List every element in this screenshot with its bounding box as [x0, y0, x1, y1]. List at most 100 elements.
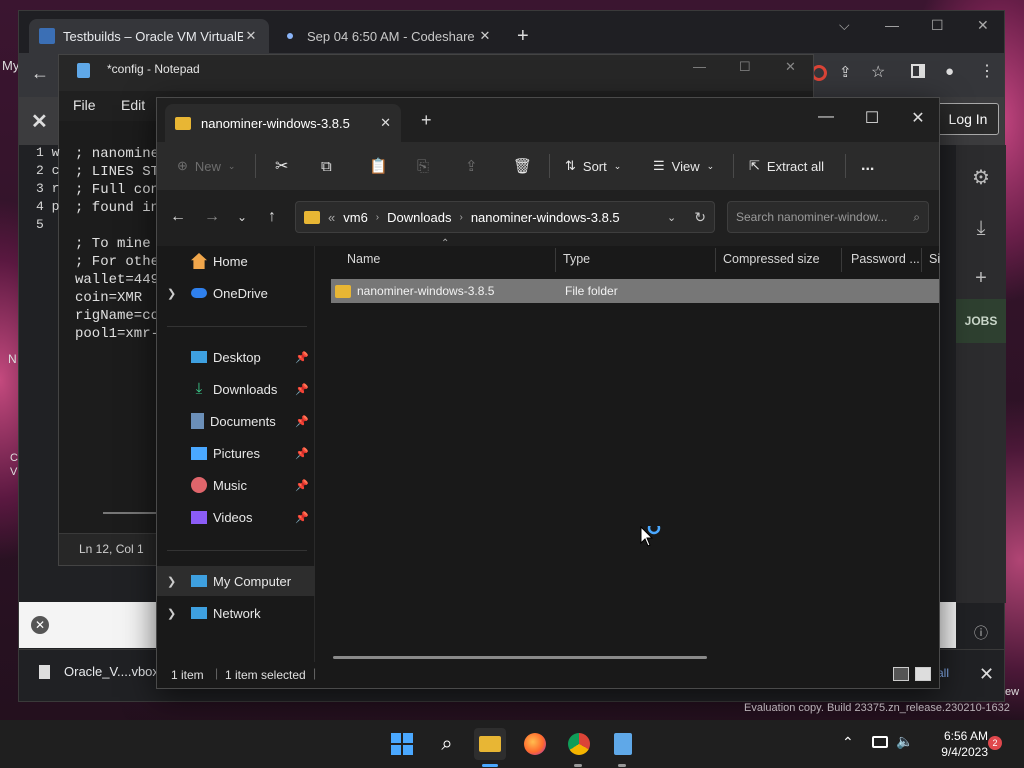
copy-icon[interactable]: ⧉ [321, 142, 332, 190]
network-status-icon[interactable] [872, 736, 888, 748]
refresh-icon[interactable]: ↻ [694, 209, 706, 226]
login-button[interactable]: Log In [937, 103, 999, 135]
column-name[interactable]: Name [347, 252, 380, 266]
maximize-button[interactable]: ☐ [931, 17, 944, 34]
back-arrow-icon[interactable]: ← [31, 63, 49, 84]
taskbar-chrome[interactable] [563, 728, 595, 760]
pin-icon[interactable]: 📌 [295, 479, 309, 492]
table-row[interactable]: nanominer-windows-3.8.5 File folder [331, 279, 939, 303]
minimize-button[interactable]: — [693, 59, 706, 74]
chevron-up-icon[interactable]: ⌃ [842, 734, 854, 751]
share-icon[interactable]: ⇪ [839, 63, 852, 81]
close-icon[interactable]: ✕ [31, 616, 49, 634]
details-view-icon[interactable] [893, 667, 909, 681]
nav-onedrive[interactable]: ❯ OneDrive [157, 278, 315, 308]
breadcrumb-downloads[interactable]: Downloads [387, 210, 451, 225]
close-button[interactable]: ✕ [903, 108, 933, 128]
pin-icon[interactable]: 📌 [295, 447, 309, 460]
breadcrumb-overflow[interactable]: « [328, 210, 335, 225]
menu-file[interactable]: File [73, 97, 96, 113]
download-item[interactable]: Oracle_V....vbox [39, 664, 159, 679]
more-vert-icon[interactable]: ⋮ [979, 61, 995, 81]
close-icon[interactable]: ✕ [243, 28, 259, 44]
dot-icon [287, 33, 293, 39]
info-icon[interactable]: ⓘ [956, 623, 1006, 643]
plus-icon[interactable]: + [956, 267, 1006, 290]
rename-icon[interactable]: ⎘ [417, 142, 429, 190]
more-button[interactable]: ... [861, 142, 874, 190]
sidepanel-icon[interactable] [911, 64, 925, 78]
close-icon[interactable]: ✕ [477, 28, 493, 44]
new-button[interactable]: ⊕ New ⌄ [177, 142, 235, 190]
volume-icon[interactable]: 🔈 [896, 733, 913, 750]
view-button[interactable]: ☰ View ⌄ [653, 142, 714, 190]
breadcrumb-vm6[interactable]: vm6 [343, 210, 368, 225]
new-tab-button[interactable]: + [517, 25, 529, 48]
star-icon[interactable]: ☆ [871, 62, 885, 82]
minimize-button[interactable]: — [811, 108, 841, 126]
close-button[interactable]: ✕ [977, 17, 989, 34]
clock[interactable]: 6:56 AM 9/4/2023 [938, 728, 988, 760]
search-icon[interactable]: ⌕ [431, 728, 463, 760]
nav-documents[interactable]: Documents 📌 [157, 406, 315, 436]
address-bar[interactable]: « vm6 › Downloads › nanominer-windows-3.… [295, 201, 715, 233]
taskbar-file-explorer[interactable] [474, 728, 506, 760]
nav-my-computer[interactable]: ❯ My Computer [157, 566, 315, 596]
nav-desktop[interactable]: Desktop 📌 [157, 342, 315, 372]
delete-icon[interactable]: 🗑 [513, 142, 532, 190]
maximize-button[interactable]: ☐ [857, 108, 887, 128]
pin-icon[interactable]: 📌 [295, 351, 309, 364]
column-compressed-size[interactable]: Compressed size [723, 252, 820, 266]
start-button[interactable] [386, 728, 418, 760]
close-button[interactable]: ✕ [785, 59, 796, 75]
close-icon[interactable]: ✕ [380, 115, 391, 131]
column-divider[interactable] [555, 248, 556, 272]
taskbar-firefox[interactable] [519, 728, 551, 760]
address-row: ← → ⌄ ↑ « vm6 › Downloads › nanominer-wi… [157, 190, 939, 246]
taskbar-notepad[interactable] [607, 728, 639, 760]
column-divider[interactable] [715, 248, 716, 272]
up-arrow-icon[interactable]: ↑ [261, 208, 283, 226]
forward-arrow-icon[interactable]: → [201, 208, 223, 226]
tiles-view-icon[interactable] [915, 667, 931, 681]
recent-chevron-icon[interactable]: ⌄ [231, 210, 253, 224]
cut-icon[interactable]: ✂ [275, 142, 288, 190]
column-divider[interactable] [841, 248, 842, 272]
column-divider[interactable] [921, 248, 922, 272]
minimize-button[interactable]: — [885, 17, 899, 33]
extract-all-button[interactable]: ⇱ Extract all [749, 142, 824, 190]
maximize-button[interactable]: ☐ [739, 59, 751, 75]
column-size[interactable]: Si [929, 252, 940, 266]
close-icon[interactable]: ✕ [979, 664, 994, 685]
notification-badge[interactable]: 2 [988, 736, 1002, 750]
pin-icon[interactable]: 📌 [295, 383, 309, 396]
explorer-tab[interactable]: nanominer-windows-3.8.5 ✕ [165, 104, 401, 142]
pin-icon[interactable]: 📌 [295, 511, 309, 524]
share-icon[interactable]: ⇪ [465, 142, 478, 190]
nav-network[interactable]: ❯ Network [157, 598, 315, 628]
nav-downloads[interactable]: ⤓ Downloads 📌 [157, 374, 315, 404]
nav-music[interactable]: Music 📌 [157, 470, 315, 500]
column-type[interactable]: Type [563, 252, 590, 266]
gear-icon[interactable]: ⚙ [956, 165, 1006, 190]
chevron-down-icon[interactable]: ⌄ [667, 211, 676, 224]
nav-home[interactable]: Home [157, 246, 315, 276]
h-scrollbar[interactable] [333, 656, 707, 659]
back-arrow-icon[interactable]: ← [167, 208, 189, 226]
profile-icon[interactable]: ● [945, 63, 954, 80]
chrome-tab-virtualbox[interactable]: Testbuilds – Oracle VM VirtualBo ✕ [29, 19, 269, 53]
sort-button[interactable]: ⇅ Sort ⌄ [565, 142, 621, 190]
column-password[interactable]: Password ... [851, 252, 920, 266]
download-icon[interactable]: ⤓ [956, 217, 1006, 240]
chevron-down-icon[interactable]: ⌵ [839, 17, 850, 34]
new-tab-button[interactable]: + [421, 110, 432, 131]
chrome-tab-codeshare[interactable]: Sep 04 6:50 AM - Codeshare ✕ [271, 19, 503, 53]
jobs-tab[interactable]: JOBS [956, 299, 1006, 343]
nav-pictures[interactable]: Pictures 📌 [157, 438, 315, 468]
breadcrumb-current[interactable]: nanominer-windows-3.8.5 [471, 210, 620, 225]
nav-videos[interactable]: Videos 📌 [157, 502, 315, 532]
pin-icon[interactable]: 📌 [295, 415, 309, 428]
menu-edit[interactable]: Edit [121, 97, 145, 113]
search-input[interactable]: Search nanominer-window... ⌕ [727, 201, 929, 233]
paste-icon[interactable]: 📋 [369, 142, 388, 190]
